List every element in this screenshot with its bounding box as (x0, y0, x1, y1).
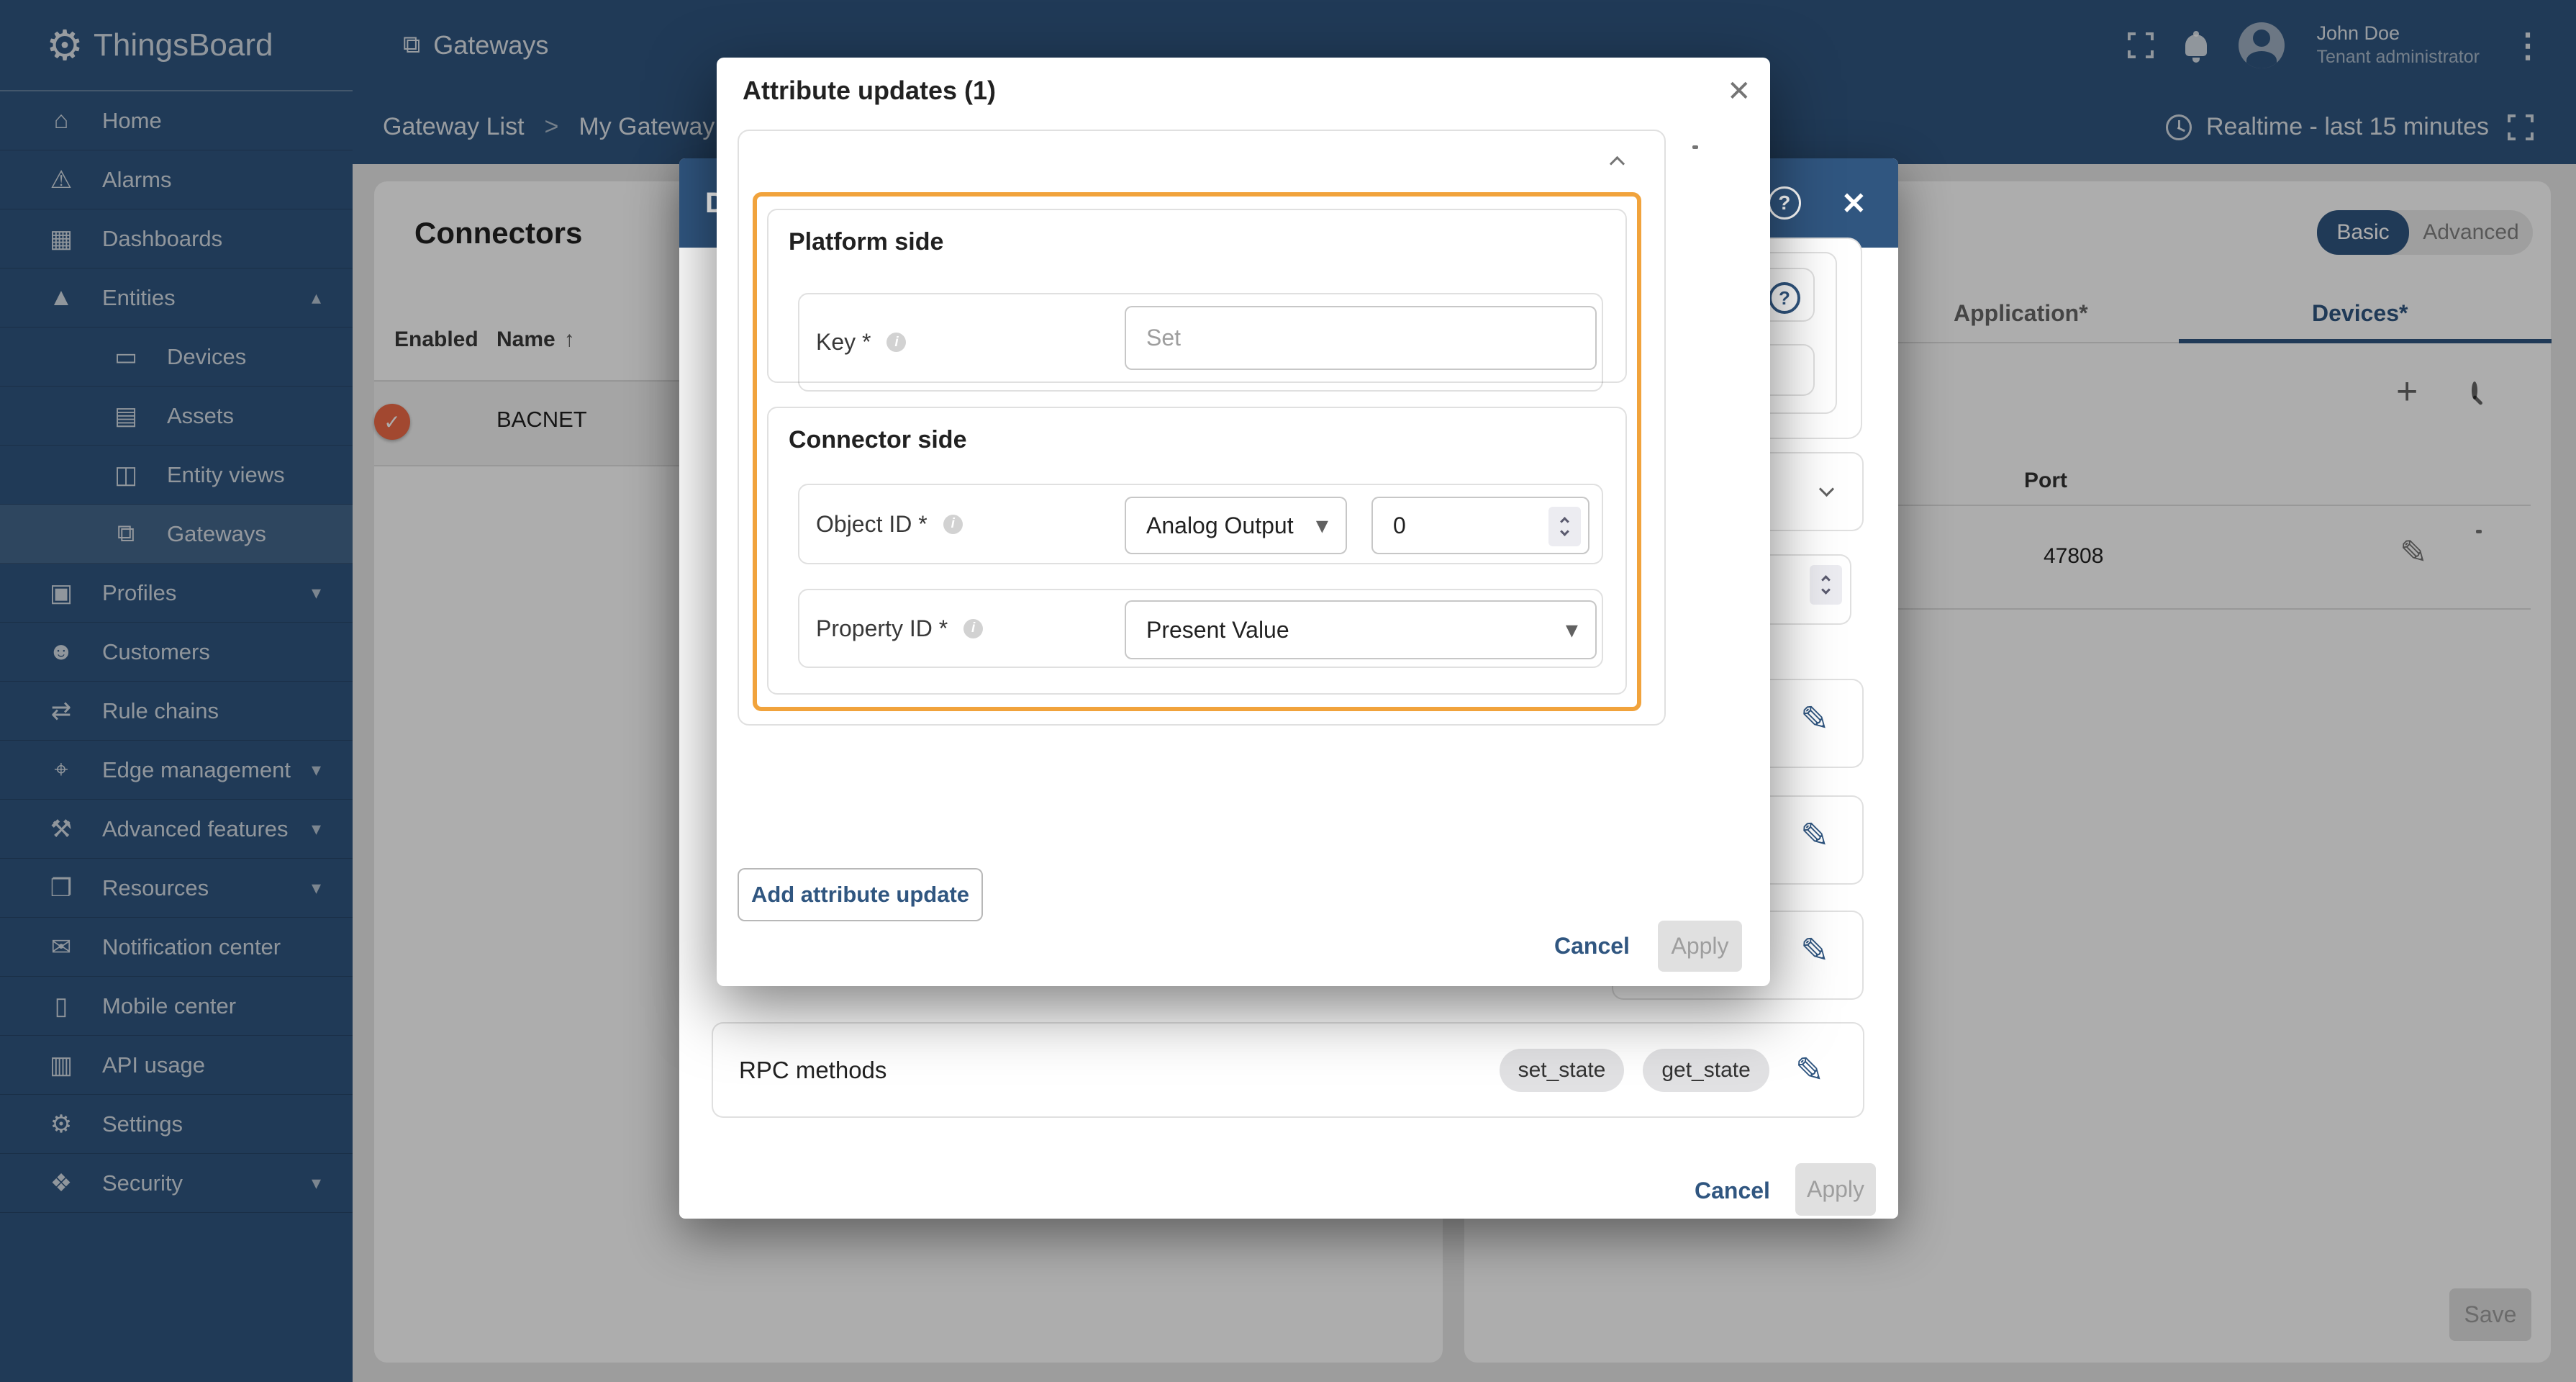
modal-cancel-button[interactable]: Cancel (1554, 933, 1630, 959)
info-icon[interactable] (963, 619, 983, 638)
spinner-up-icon (1821, 575, 1831, 584)
edit-rpc-icon[interactable] (1795, 1050, 1824, 1090)
modal-close-icon[interactable] (1727, 75, 1751, 108)
info-icon[interactable] (886, 333, 906, 352)
device-dialog-close-icon[interactable] (1841, 186, 1867, 221)
key-row: Key * (798, 293, 1603, 392)
platform-side-title: Platform side (789, 228, 943, 256)
key-label: Key * (816, 329, 871, 356)
object-instance-input[interactable] (1373, 512, 1517, 539)
dropdown-arrow-icon (1316, 511, 1328, 540)
rpc-methods-row: RPC methods set_state get_state (712, 1022, 1864, 1118)
property-value: Present Value (1146, 617, 1289, 643)
device-dialog-cancel-button[interactable]: Cancel (1695, 1178, 1770, 1204)
spinner-up-icon (1560, 517, 1569, 526)
highlighted-section: Platform side Key * Connector side Objec… (753, 192, 1641, 711)
object-id-label: Object ID * (816, 511, 928, 538)
object-instance-field (1371, 497, 1589, 554)
object-id-row: Object ID * Analog Output (798, 484, 1603, 564)
spinner-down-icon (1821, 585, 1831, 595)
property-select[interactable]: Present Value (1125, 600, 1597, 659)
platform-side-section: Platform side Key * (767, 209, 1627, 383)
chevron-down-icon (1819, 482, 1834, 497)
rpc-chip-get-state[interactable]: get_state (1643, 1049, 1769, 1092)
connector-side-title: Connector side (789, 426, 966, 454)
rpc-methods-label: RPC methods (739, 1057, 886, 1084)
connector-side-section: Connector side Object ID * Analog Output (767, 407, 1627, 695)
spinner-down-icon (1560, 527, 1569, 536)
key-field (1125, 306, 1597, 370)
key-input[interactable] (1126, 325, 1595, 351)
object-type-value: Analog Output (1146, 512, 1294, 539)
edit-row-icon[interactable] (1800, 816, 1829, 856)
device-dialog-apply-button[interactable]: Apply (1795, 1163, 1876, 1216)
help-icon[interactable] (1768, 186, 1801, 220)
key-label-block: Key * (816, 329, 906, 356)
property-id-row: Property ID * Present Value (798, 589, 1603, 668)
edit-row-icon[interactable] (1800, 699, 1829, 739)
attribute-updates-modal: Attribute updates (1) Platform side Key … (717, 58, 1770, 986)
add-attribute-update-button[interactable]: Add attribute update (738, 868, 983, 921)
number-spinner[interactable] (1548, 507, 1581, 546)
edit-row-icon[interactable] (1800, 931, 1829, 971)
property-id-label-block: Property ID * (816, 615, 983, 642)
dropdown-arrow-icon (1566, 615, 1578, 644)
object-type-select[interactable]: Analog Output (1125, 497, 1347, 554)
property-id-label: Property ID * (816, 615, 948, 642)
number-spinner[interactable] (1810, 565, 1842, 605)
field-help-icon[interactable] (1769, 282, 1800, 314)
modal-title: Attribute updates (1) (743, 76, 996, 106)
object-id-label-block: Object ID * (816, 511, 963, 538)
modal-apply-button[interactable]: Apply (1658, 921, 1742, 972)
rpc-chip-set-state[interactable]: set_state (1500, 1049, 1625, 1092)
info-icon[interactable] (943, 515, 963, 534)
